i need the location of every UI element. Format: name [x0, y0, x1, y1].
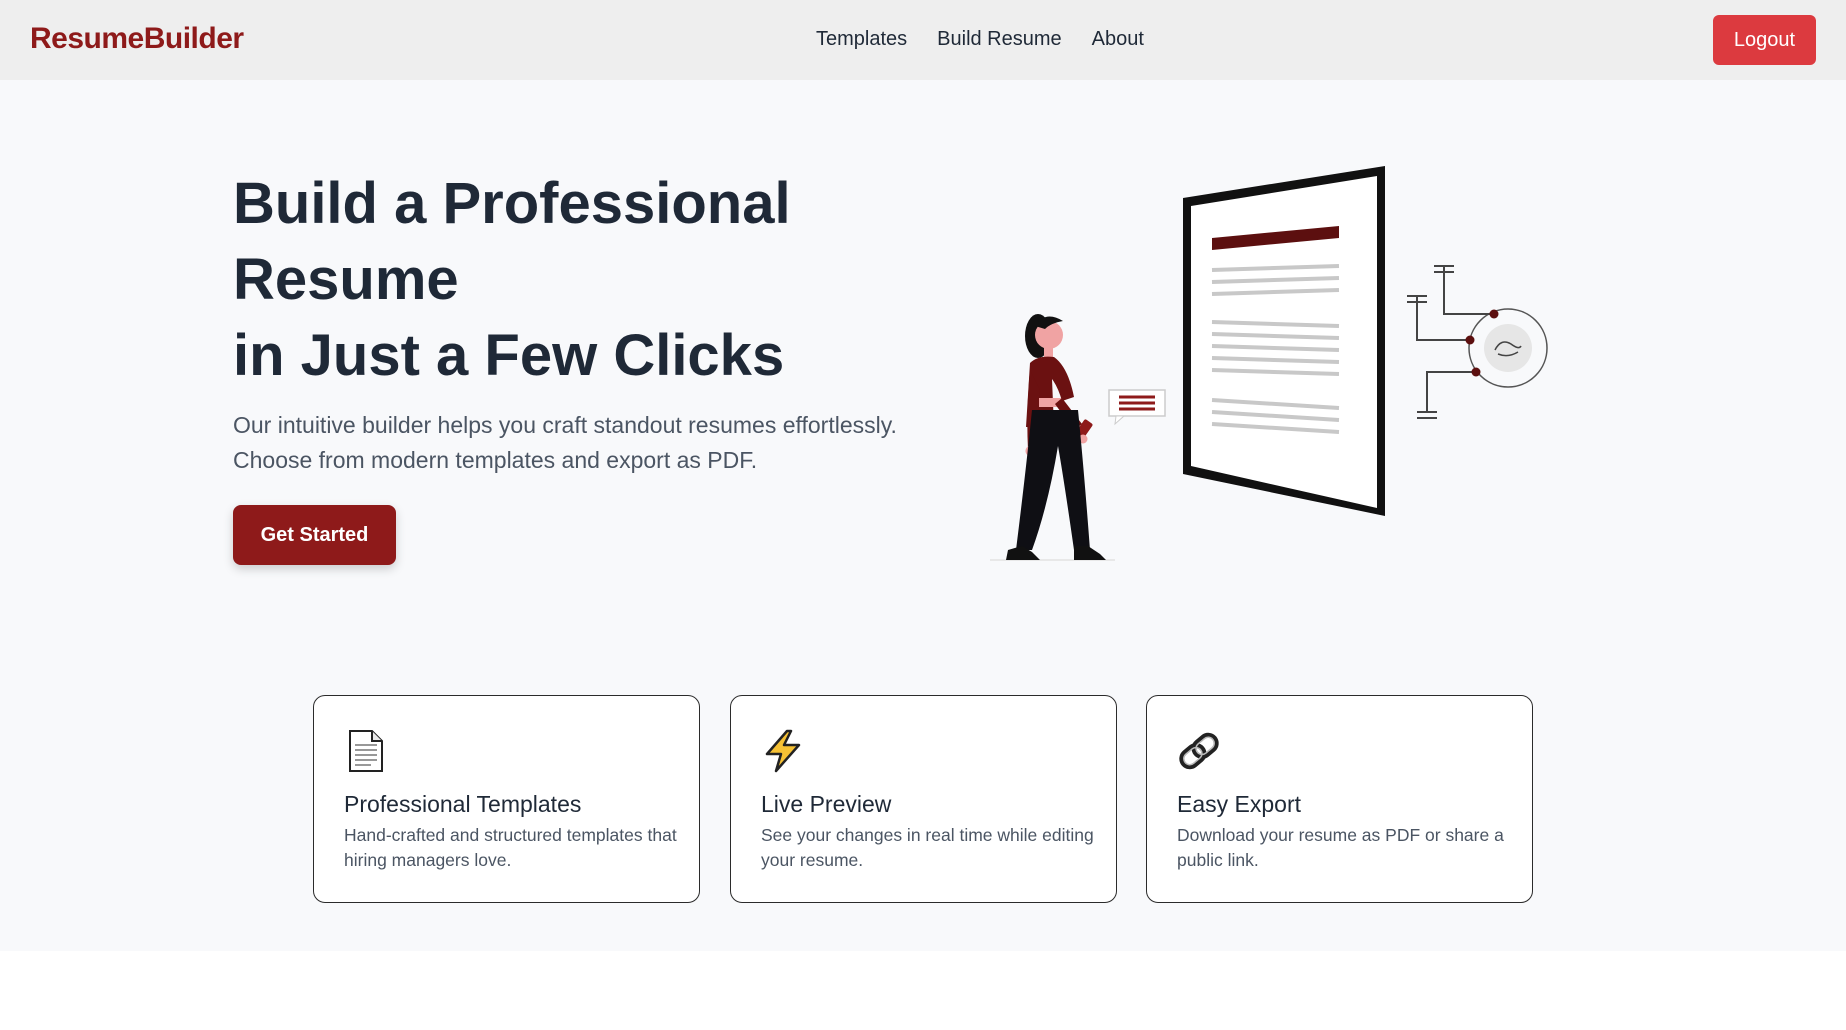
feature-title: Live Preview: [761, 791, 892, 817]
get-started-button[interactable]: Get Started: [233, 505, 396, 565]
feature-description: Hand-crafted and structured templates th…: [344, 825, 677, 870]
nav-link-build-resume[interactable]: Build Resume: [937, 28, 1062, 51]
hero-title-line: Resume: [233, 247, 459, 312]
feature-card-professional-templates: Professional Templates Hand-crafted and …: [313, 695, 700, 903]
hero-illustration: [990, 166, 1548, 561]
resume-board-illustration: [1183, 166, 1385, 516]
nav-link-about[interactable]: About: [1092, 28, 1144, 51]
hero-title: Build a Professional Resume in Just a Fe…: [233, 166, 873, 394]
hero-subtitle-line: Choose from modern templates and export …: [233, 447, 758, 473]
nav-link-templates[interactable]: Templates: [816, 28, 907, 51]
logout-button[interactable]: Logout: [1713, 15, 1816, 65]
link-icon: [1179, 732, 1219, 770]
feature-title: Professional Templates: [344, 791, 582, 817]
feature-title: Easy Export: [1177, 791, 1301, 817]
document-icon: [349, 730, 383, 772]
lightning-icon: [765, 729, 801, 773]
nav-links: Templates Build Resume About: [816, 28, 1144, 51]
navbar: ResumeBuilder Templates Build Resume Abo…: [0, 0, 1846, 80]
feature-cards: Professional Templates Hand-crafted and …: [313, 695, 1533, 903]
feature-description: Download your resume as PDF or share a p…: [1177, 825, 1504, 870]
feature-description: See your changes in real time while edit…: [761, 825, 1094, 870]
connector-illustration: [1407, 265, 1548, 419]
brand-logo[interactable]: ResumeBuilder: [30, 22, 244, 56]
feature-card-easy-export: Easy Export Download your resume as PDF …: [1146, 695, 1533, 903]
hero-title-line: in Just a Few Clicks: [233, 323, 785, 388]
hero-subtitle: Our intuitive builder helps you craft st…: [233, 408, 953, 478]
hero-title-line: Build a Professional: [233, 171, 791, 236]
speech-bubble-illustration: [1108, 389, 1166, 426]
person-illustration: [990, 314, 1115, 561]
feature-card-live-preview: Live Preview See your changes in real ti…: [730, 695, 1117, 903]
hero-subtitle-line: Our intuitive builder helps you craft st…: [233, 412, 897, 438]
